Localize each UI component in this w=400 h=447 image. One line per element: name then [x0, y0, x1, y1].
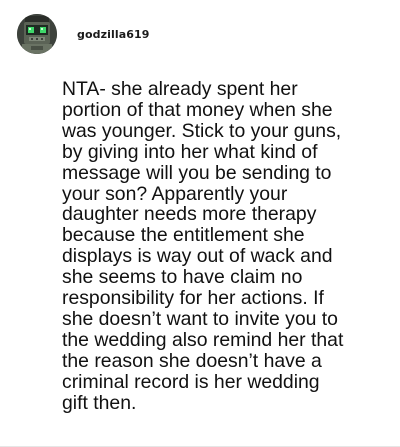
comment-text-line: because the entitlement she: [62, 224, 305, 247]
comment-text-line: the reason she doesn’t have a: [62, 349, 322, 372]
comment-text-line: responsibility for her actions. If: [62, 287, 324, 310]
comment-text-line: criminal record is her wedding: [62, 370, 320, 393]
comment-text-line: NTA- she already spent her: [62, 78, 298, 100]
comment-text-line: daughter needs more therapy: [62, 203, 317, 226]
comment-text-line: she seems to have claim no: [62, 266, 303, 289]
comment-text-line: the wedding also remind her that: [62, 328, 344, 351]
comment-text-line: your son? Apparently your: [62, 182, 288, 205]
comment-card: godzilla619 NTA- she already spent her po…: [0, 0, 400, 447]
comment-text-line: portion of that money when she: [62, 98, 333, 121]
comment-header: godzilla619: [17, 14, 150, 54]
avatar[interactable]: [17, 14, 57, 54]
comment-text-line: gift then.: [62, 391, 137, 414]
comment-text-line: by giving into her what kind of: [62, 140, 318, 163]
comment-body: NTA- she already spent her portion of tha…: [62, 79, 396, 414]
comment-text-line: displays is way out of wack and: [62, 245, 333, 268]
comment-text-line: message will you be sending to: [62, 161, 332, 184]
username[interactable]: godzilla619: [77, 28, 150, 41]
comment-text-line: was younger. Stick to your guns,: [62, 119, 342, 142]
comment-text-line: she doesn’t want to invite you to: [62, 307, 338, 330]
robot-avatar-icon: [17, 14, 57, 54]
